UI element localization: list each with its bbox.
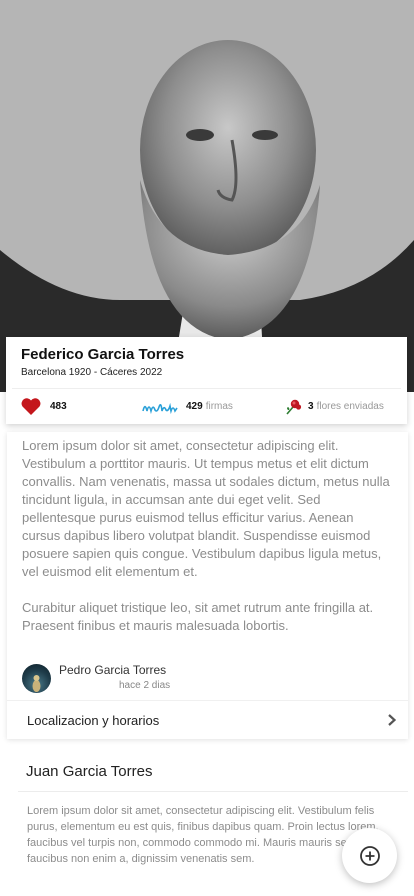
location-hours-row[interactable]: Localizacion y horarios [7,701,408,739]
flowers-count: 3 [308,401,314,412]
comment-paragraph: Curabitur aliquet tristique leo, sit ame… [22,600,374,633]
comment-time: hace 2 dias [119,680,171,691]
chevron-right-icon [388,714,396,726]
signatures-label: firmas [205,401,233,412]
location-hours-label: Localizacion y horarios [27,713,160,728]
heart-icon [21,398,41,415]
flowers-label: flores enviadas [316,401,384,412]
likes-count: 483 [50,401,67,412]
comment-text: Lorem ipsum dolor sit amet, consectetur … [22,437,392,635]
comment-paragraph: Lorem ipsum dolor sit amet, consectetur … [22,438,390,579]
profile-dates: Barcelona 1920 - Cáceres 2022 [21,367,163,378]
add-button[interactable] [342,828,397,883]
profile-name: Federico Garcia Torres [21,346,185,363]
divider [18,791,408,792]
profile-card: Federico Garcia Torres Barcelona 1920 - … [6,337,407,424]
section-title: Juan Garcia Torres [26,763,153,780]
section-text: Lorem ipsum dolor sit amet, consectetur … [27,805,379,865]
avatar [22,664,51,693]
signatures-count: 429 [186,401,203,412]
comment-card: Lorem ipsum dolor sit amet, consectetur … [7,432,408,739]
profile-stats: 483 429 firmas 3 flores enviadas [6,389,407,424]
signature-icon [142,402,178,414]
signatures-stat[interactable]: 429 firmas [142,389,233,424]
profile-photo [0,0,414,392]
author-name: Pedro Garcia Torres [59,663,167,677]
comment-author[interactable]: Pedro Garcia Torres hace 2 dias [22,662,322,694]
likes-stat[interactable]: 483 [21,389,67,424]
flower-icon [286,399,302,415]
flowers-stat[interactable]: 3 flores enviadas [284,389,384,424]
add-circle-icon [359,845,380,866]
